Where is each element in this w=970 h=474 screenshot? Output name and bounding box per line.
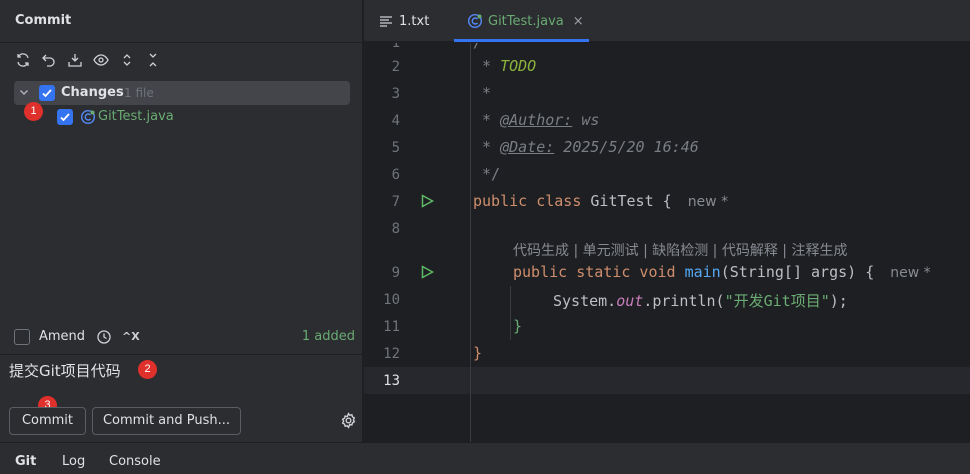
gear-icon[interactable] xyxy=(340,412,357,429)
gutter-divider xyxy=(470,43,471,442)
amend-label: Amend xyxy=(39,329,86,344)
keyword-token: public class xyxy=(473,192,591,210)
inlay-hint[interactable]: new * xyxy=(688,194,728,210)
commit-and-push-button[interactable]: Commit and Push... xyxy=(92,407,241,435)
doc-tag: @Date: xyxy=(500,138,555,156)
commit-panel: Commit Changes 1 file 1 GitTest.java Ame… xyxy=(0,0,363,442)
added-count-label: 1 added xyxy=(301,329,355,344)
doc-tag-value: 2025/5/20 16:46 xyxy=(554,138,699,156)
clock-icon[interactable] xyxy=(96,329,112,345)
tab-git[interactable]: Git xyxy=(15,454,36,469)
line-number: 9 xyxy=(391,265,400,281)
close-icon[interactable]: × xyxy=(573,14,584,29)
code-token: * xyxy=(473,138,501,156)
field-token: out xyxy=(616,292,644,310)
identifier-token: ); xyxy=(829,292,848,310)
commit-message-input[interactable]: 提交Git项目代码 xyxy=(9,360,121,381)
annotation-badge-2: 2 xyxy=(138,360,157,379)
line-number: 11 xyxy=(383,319,400,335)
tab-gittest-java[interactable]: GitTest.java × xyxy=(467,0,584,42)
divider xyxy=(0,42,363,43)
amend-row: Amend ^X 1 added xyxy=(14,328,359,348)
tab-1-txt[interactable]: 1.txt xyxy=(378,0,429,42)
panel-title: Commit xyxy=(15,13,72,28)
shelve-icon[interactable] xyxy=(66,51,84,69)
changes-count: 1 file xyxy=(124,86,154,100)
eye-icon[interactable] xyxy=(92,51,110,69)
string-token: "开发Git项目" xyxy=(724,292,830,310)
run-icon[interactable] xyxy=(419,264,435,280)
line-number: 13 xyxy=(383,373,400,389)
java-class-icon xyxy=(467,13,483,29)
code-line-10: System.out.println("开发Git项目"); xyxy=(553,290,848,311)
divider xyxy=(0,354,363,355)
inlay-hint[interactable]: new * xyxy=(890,265,930,281)
code-line-4: * @Author: ws xyxy=(473,111,599,129)
code-line-12: } xyxy=(473,344,483,362)
text-file-icon xyxy=(380,16,392,27)
doc-tag: @Author: xyxy=(500,111,573,129)
todo-token: TODO xyxy=(500,57,537,75)
identifier-token: .println( xyxy=(643,292,725,310)
changes-group-row[interactable]: Changes 1 file xyxy=(14,81,350,105)
code-line-9: public static void main(String[] args) {… xyxy=(513,263,931,281)
amend-checkbox[interactable] xyxy=(14,329,30,345)
line-number: 10 xyxy=(383,292,400,308)
code-line-7: public class GitTest { new * xyxy=(473,192,728,210)
code-line-11: } xyxy=(513,317,523,335)
tab-console[interactable]: Console xyxy=(109,454,161,469)
commit-toolbar xyxy=(14,51,162,69)
expand-icon[interactable] xyxy=(118,51,136,69)
ai-codelens-hint[interactable]: 代码生成 | 单元测试 | 缺陷检测 | 代码解释 | 注释生成 xyxy=(513,240,847,260)
line-number: 6 xyxy=(391,167,400,183)
code-line-5: * @Date: 2025/5/20 16:46 xyxy=(473,138,699,156)
chevron-down-icon[interactable] xyxy=(18,86,30,98)
code-line-6: */ xyxy=(473,165,501,183)
refresh-icon[interactable] xyxy=(14,51,32,69)
tab-log[interactable]: Log xyxy=(62,454,85,469)
identifier-token: (String[] args) { xyxy=(720,263,875,281)
keyword-token: public static void xyxy=(513,263,685,281)
java-class-icon xyxy=(80,109,96,125)
changes-label: Changes xyxy=(61,85,124,100)
active-tab-indicator xyxy=(454,39,589,42)
code-token: * xyxy=(473,111,501,129)
line-number: 2 xyxy=(391,59,400,75)
tab-label: GitTest.java xyxy=(488,13,564,29)
collapse-icon[interactable] xyxy=(144,51,162,69)
file-checkbox[interactable] xyxy=(57,109,73,125)
doc-tag-value: ws xyxy=(572,111,600,129)
clear-message-icon[interactable]: ^X xyxy=(122,330,140,343)
code-line-2: * TODO xyxy=(473,57,536,75)
changes-checkbox[interactable] xyxy=(39,85,55,101)
tab-label: 1.txt xyxy=(399,13,430,29)
file-name: GitTest.java xyxy=(98,109,174,124)
identifier-token: GitTest { xyxy=(590,192,672,210)
line-number: 8 xyxy=(391,221,400,237)
line-number: 3 xyxy=(391,86,400,102)
bottom-tool-tabs: Git Log Console xyxy=(0,442,970,474)
method-token: main xyxy=(684,263,721,281)
rollback-icon[interactable] xyxy=(40,51,58,69)
code-token: * xyxy=(473,57,501,75)
run-icon[interactable] xyxy=(419,193,435,209)
code-editor[interactable]: 1 2 3 4 5 6 7 8 9 10 11 12 13 /** * TODO… xyxy=(364,43,970,442)
identifier-token: System. xyxy=(553,292,617,310)
line-number: 4 xyxy=(391,113,400,129)
code-line-1: /** xyxy=(473,43,500,51)
line-number: 5 xyxy=(391,140,400,156)
line-number: 1 xyxy=(391,43,400,51)
current-line-highlight xyxy=(364,367,970,394)
commit-button[interactable]: Commit xyxy=(9,407,86,435)
line-number: 7 xyxy=(391,194,400,210)
indent-guide xyxy=(510,286,511,340)
annotation-badge-1: 1 xyxy=(24,102,43,121)
editor-tabs: 1.txt GitTest.java × xyxy=(364,0,970,42)
code-line-3: * xyxy=(473,84,492,102)
line-number: 12 xyxy=(383,346,400,362)
